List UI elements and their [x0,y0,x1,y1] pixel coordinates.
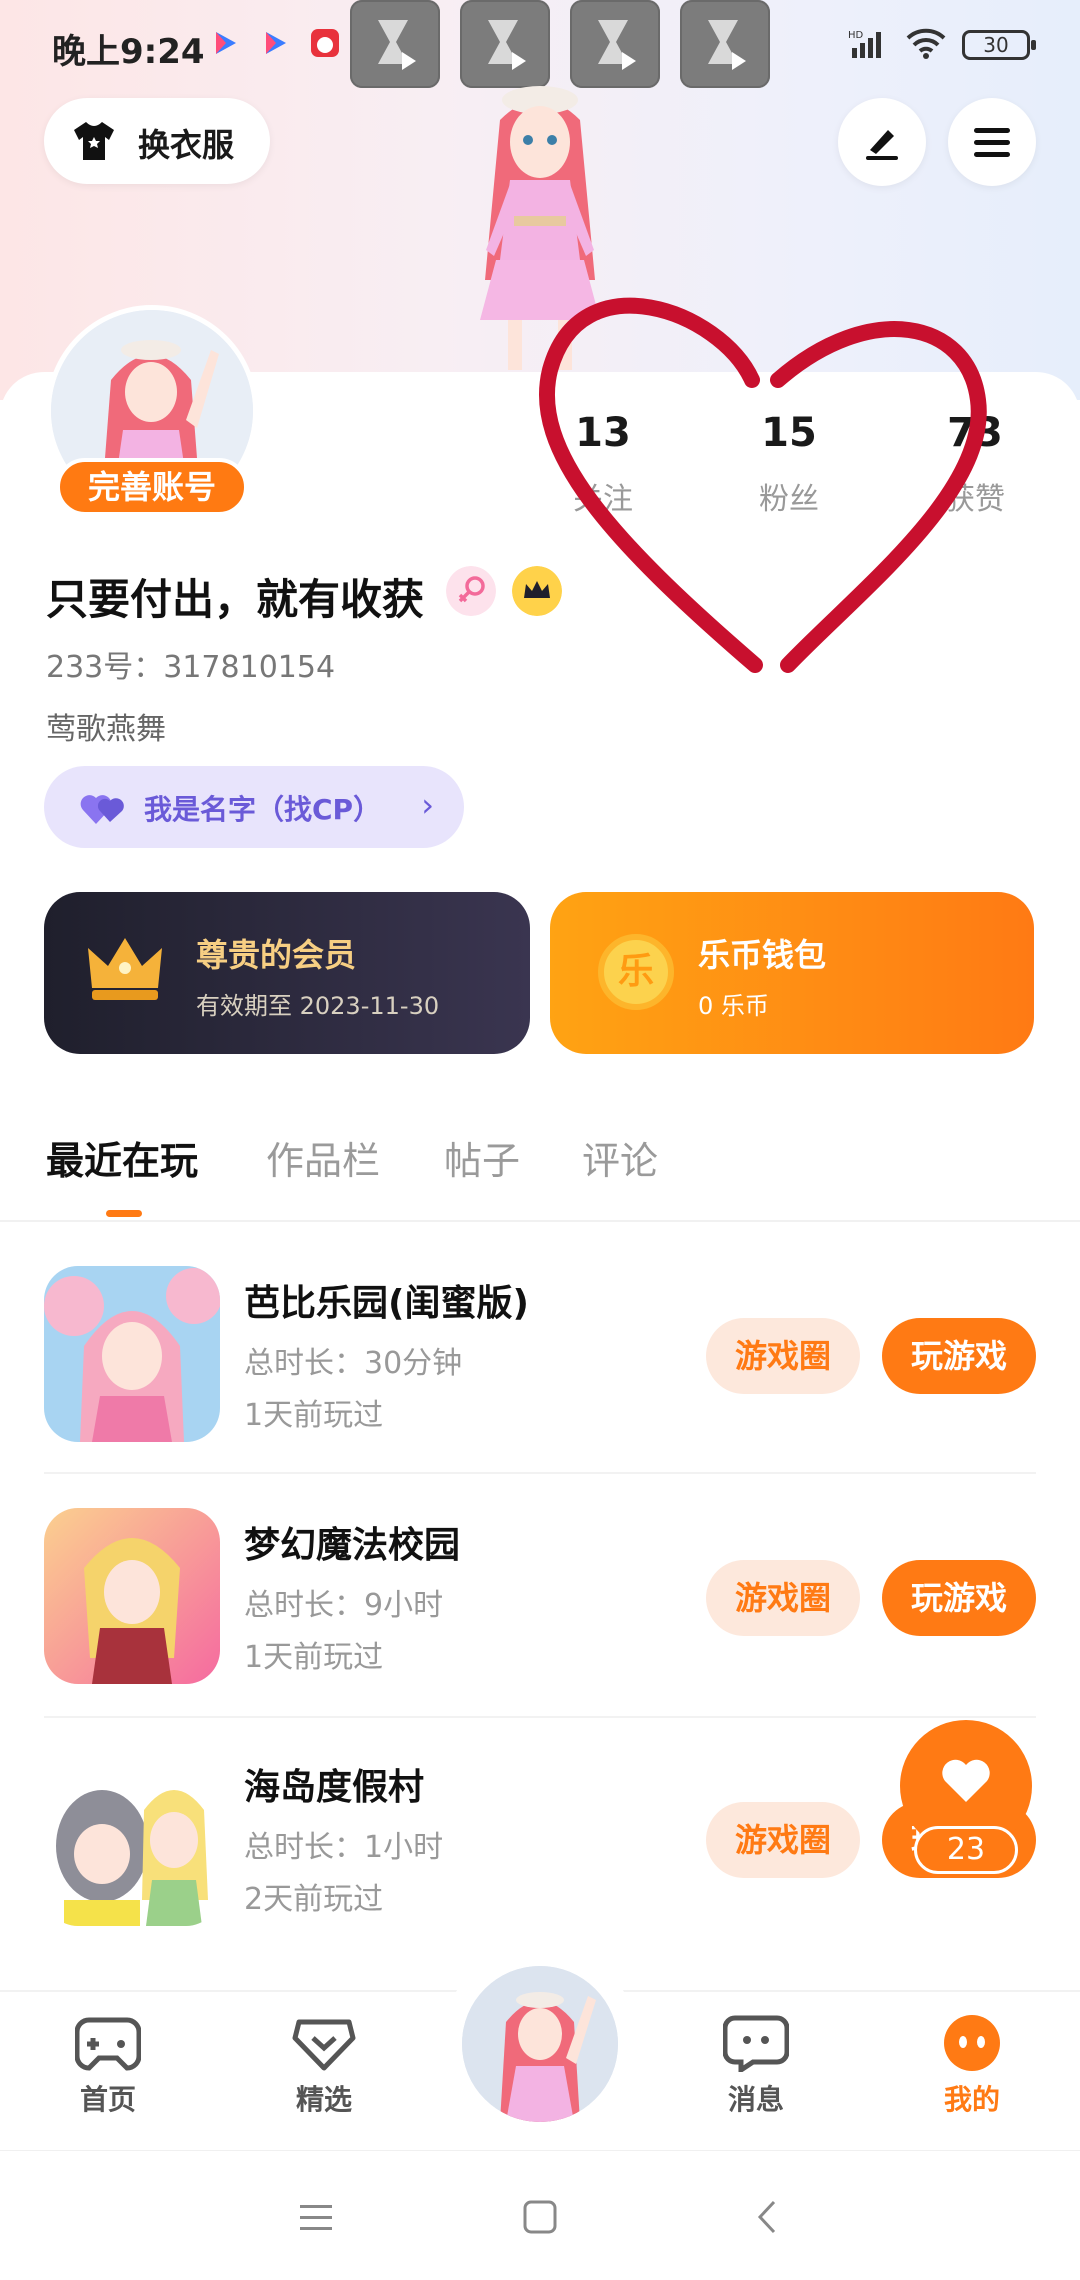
tab-comments[interactable]: 评论 [582,1130,658,1185]
game-circle-button[interactable]: 游戏圈 [706,1318,860,1394]
nav-mine-label: 我的 [943,2083,1000,2116]
game-name: 梦幻魔法校园 [244,1525,461,1566]
battery-indicator: 30 [962,30,1036,60]
vip-title: 尊贵的会员 [196,936,357,974]
change-outfit-button[interactable]: 换衣服 [44,98,270,184]
nav-featured-label: 精选 [295,2083,352,2116]
center-avatar-image [462,1966,618,2122]
status-bar: 晚上9:24 HD 30 [0,0,1080,90]
list-divider [44,1716,1036,1718]
pencil-icon [866,130,898,160]
heart-icon [942,1759,990,1802]
profile-face-icon [944,2015,1000,2071]
nav-featured[interactable]: 精选 [264,2014,384,2118]
tshirt-icon [74,122,114,160]
stat-likes-count: 73 [947,410,1003,456]
game-icon-island-resort [44,1750,220,1926]
vip-expiry: 有效期至 2023-11-30 [196,992,440,1020]
content-tabs: 最近在玩 作品栏 帖子 评论 [0,1130,1080,1222]
menu-icon [974,128,1010,157]
game-name: 芭比乐园(闺蜜版) [244,1283,529,1324]
game-last-played: 1天前玩过 [244,1640,384,1675]
game-last-played: 1天前玩过 [244,1398,384,1433]
stat-following-count: 13 [575,410,631,456]
stat-likes-label: 获赞 [945,482,1005,517]
stat-following[interactable]: 13 关注 [528,410,678,518]
play-game-button[interactable]: 玩游戏 [882,1560,1036,1636]
game-duration: 总时长：30分钟 [244,1346,463,1381]
home-square-icon[interactable] [522,2199,558,2235]
stat-fans-label: 粉丝 [759,482,819,517]
nav-home-label: 首页 [79,2083,136,2116]
change-outfit-label: 换衣服 [138,126,235,164]
signal-icon: HD [848,30,881,58]
crown-icon [88,938,162,1000]
like-count: 23 [914,1826,1018,1874]
edit-profile-button[interactable] [838,98,926,186]
stat-likes[interactable]: 73 获赞 [900,410,1050,518]
wifi-icon [906,28,946,59]
game-icon-magic-school [44,1508,220,1684]
vip-crown-badge-icon [512,566,562,616]
floating-like-button[interactable]: 23 [900,1720,1032,1880]
game-circle-button[interactable]: 游戏圈 [706,1802,860,1878]
game-circle-button[interactable]: 游戏圈 [706,1560,860,1636]
wallet-balance: 0 乐币 [698,992,769,1020]
nav-messages[interactable]: 消息 [696,2014,816,2118]
game-list-item[interactable]: 梦幻魔法校园 总时长：9小时 1天前玩过 游戏圈 玩游戏 [0,1508,1080,1750]
game-duration: 总时长：1小时 [244,1830,444,1865]
avatar-character-figure[interactable] [430,80,650,380]
video-app-icon [266,32,286,54]
recent-app-thumbnail[interactable] [460,0,550,88]
list-divider [44,1472,1036,1474]
chat-bubble-icon [723,2015,789,2072]
tab-posts[interactable]: 帖子 [444,1130,520,1185]
game-icon-barbie-paradise [44,1266,220,1442]
chevron-right-icon: › [421,786,434,824]
tab-recent-play[interactable]: 最近在玩 [46,1130,198,1185]
shop-app-icon [311,29,339,57]
system-navigation-bar [0,2150,1080,2280]
recent-app-thumbnail[interactable] [350,0,440,88]
game-name: 海岛度假村 [244,1767,425,1808]
recent-app-thumbnail[interactable] [570,0,660,88]
double-heart-icon [80,795,124,824]
user-nickname: 只要付出，就有收获 [46,575,425,624]
recent-apps-icon[interactable] [298,2201,334,2233]
stat-fans[interactable]: 15 粉丝 [714,410,864,518]
recent-app-thumbnail[interactable] [680,0,770,88]
svg-text:HD: HD [848,30,864,41]
user-id: 233号：317810154 [46,650,336,685]
nav-messages-label: 消息 [727,2083,784,2116]
find-cp-button[interactable]: 我是名字（找CP） › [44,766,464,848]
status-time: 晚上9:24 [52,32,205,72]
back-arrow-icon[interactable] [754,2199,780,2235]
find-cp-label: 我是名字（找CP） [144,793,382,826]
center-avatar-button[interactable] [462,1966,618,2122]
game-duration: 总时长：9小时 [244,1588,444,1623]
coin-icon: 乐 [598,934,674,1010]
heart-gem-icon [292,2019,356,2071]
stat-following-label: 关注 [573,482,633,517]
nav-home[interactable]: 首页 [48,2014,168,2118]
stat-fans-count: 15 [761,410,817,456]
tab-works[interactable]: 作品栏 [266,1130,380,1185]
active-tab-indicator [106,1210,142,1217]
game-last-played: 2天前玩过 [244,1882,384,1917]
wallet-title: 乐币钱包 [698,936,827,974]
gamepad-icon [75,2017,141,2071]
coin-wallet-card[interactable]: 乐 乐币钱包 0 乐币 [550,892,1034,1054]
gender-female-icon [446,566,496,616]
vip-membership-card[interactable]: 尊贵的会员 有效期至 2023-11-30 [44,892,530,1054]
nav-mine[interactable]: 我的 [912,2014,1032,2118]
user-signature: 莺歌燕舞 [46,712,166,747]
complete-account-button[interactable]: 完善账号 [56,458,248,516]
menu-button[interactable] [948,98,1036,186]
play-game-button[interactable]: 玩游戏 [882,1318,1036,1394]
video-app-icon [216,32,236,54]
